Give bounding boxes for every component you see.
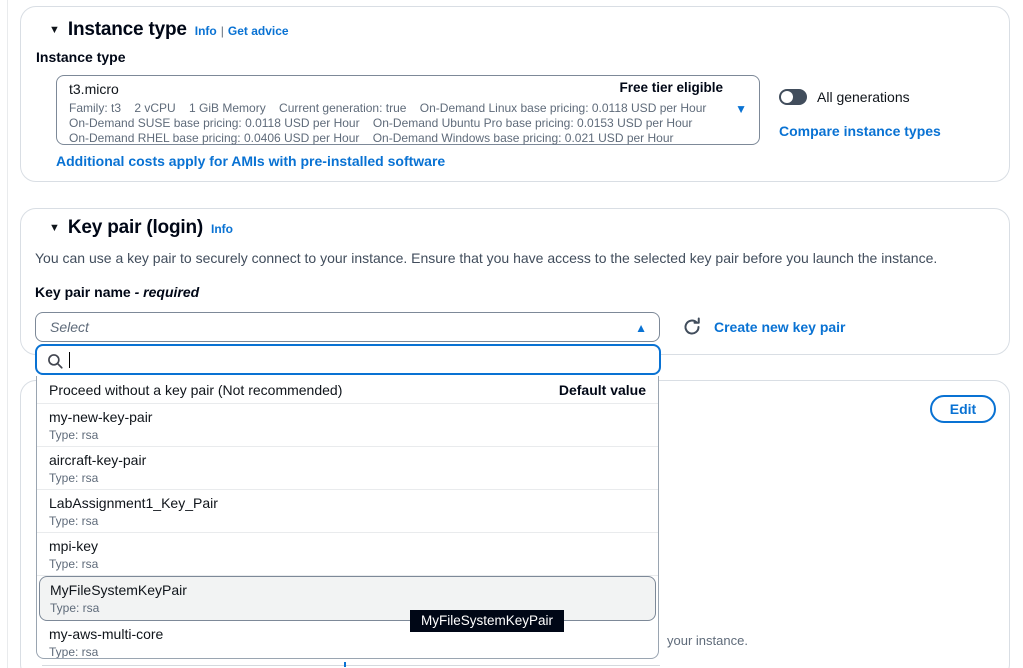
key-pair-description: You can use a key pair to securely conne… (35, 250, 937, 266)
key-pair-dropdown-list: Proceed without a key pair (Not recommen… (36, 376, 659, 659)
collapse-triangle-icon[interactable]: ▼ (49, 24, 60, 36)
dropdown-option[interactable]: LabAssignment1_Key_Pair Type: rsa (37, 490, 658, 533)
option-type: Type: rsa (49, 645, 646, 659)
all-generations-toggle[interactable] (779, 89, 807, 105)
key-pair-search-input[interactable] (35, 344, 661, 375)
option-type: Type: rsa (49, 428, 646, 442)
instance-detail-line: On-Demand SUSE base pricing: 0.0118 USD … (69, 116, 692, 130)
instance-detail-line: Family: t3 2 vCPU 1 GiB Memory Current g… (69, 101, 706, 115)
option-type: Type: rsa (49, 471, 646, 485)
section-title: Key pair (login) (68, 217, 203, 239)
text-caret (344, 662, 346, 667)
create-new-key-pair-link[interactable]: Create new key pair (714, 319, 846, 335)
option-name: MyFileSystemKeyPair (50, 582, 645, 598)
key-pair-select[interactable]: Select ▲ (35, 312, 660, 342)
selected-instance-name: t3.micro (69, 81, 119, 97)
search-icon (46, 352, 64, 370)
collapse-triangle-icon[interactable]: ▼ (49, 222, 60, 234)
toggle-knob (781, 91, 793, 103)
dropdown-option[interactable]: mpi-key Type: rsa (37, 533, 658, 576)
link-separator: | (217, 24, 228, 38)
edit-button[interactable]: Edit (930, 395, 996, 423)
option-name: LabAssignment1_Key_Pair (49, 495, 646, 511)
default-value-badge: Default value (559, 382, 646, 398)
dropdown-option[interactable]: my-new-key-pair Type: rsa (37, 404, 658, 447)
instance-type-header: ▼ Instance type Info|Get advice (49, 19, 289, 41)
select-placeholder: Select (50, 319, 89, 335)
instance-detail-line: On-Demand RHEL base pricing: 0.0406 USD … (69, 131, 674, 145)
option-type: Type: rsa (49, 514, 646, 528)
key-pair-header: ▼ Key pair (login) Info (49, 217, 233, 239)
partial-description-text: your instance. (667, 633, 748, 648)
option-type: Type: rsa (49, 557, 646, 571)
get-advice-link[interactable]: Get advice (228, 24, 289, 38)
content-left-border (7, 0, 8, 668)
chevron-down-icon[interactable]: ▼ (735, 102, 747, 116)
dropdown-option-proceed-without-key-pair[interactable]: Proceed without a key pair (Not recommen… (37, 376, 658, 404)
all-generations-label: All generations (817, 89, 910, 105)
compare-instance-types-link[interactable]: Compare instance types (779, 123, 941, 139)
key-pair-tooltip: MyFileSystemKeyPair (410, 610, 564, 632)
chevron-up-icon: ▲ (635, 321, 647, 335)
section-title: Instance type (68, 19, 187, 41)
option-name: mpi-key (49, 538, 646, 554)
key-pair-name-label: Key pair name - required (35, 284, 199, 300)
instance-type-card: ▼ Instance type Info|Get advice Instance… (20, 6, 1010, 182)
dropdown-option[interactable]: my-aws-multi-core Type: rsa (37, 621, 658, 659)
free-tier-badge: Free tier eligible (619, 80, 723, 95)
info-link[interactable]: Info (211, 222, 233, 236)
option-name: my-new-key-pair (49, 409, 646, 425)
instance-type-field-label: Instance type (36, 49, 236, 65)
launch-instance-page: ▼ Instance type Info|Get advice Instance… (0, 0, 1023, 668)
instance-type-select[interactable]: t3.micro Free tier eligible Family: t3 2… (56, 75, 760, 145)
info-link[interactable]: Info (195, 24, 217, 38)
required-indicator: - required (135, 284, 200, 300)
additional-costs-link[interactable]: Additional costs apply for AMIs with pre… (56, 153, 445, 169)
label-text: Key pair name (35, 284, 131, 300)
text-cursor (69, 352, 70, 368)
hidden-element-top-border (42, 665, 660, 666)
refresh-icon[interactable] (682, 317, 702, 337)
option-name: aircraft-key-pair (49, 452, 646, 468)
option-label: Proceed without a key pair (Not recommen… (49, 382, 342, 398)
dropdown-option[interactable]: aircraft-key-pair Type: rsa (37, 447, 658, 490)
